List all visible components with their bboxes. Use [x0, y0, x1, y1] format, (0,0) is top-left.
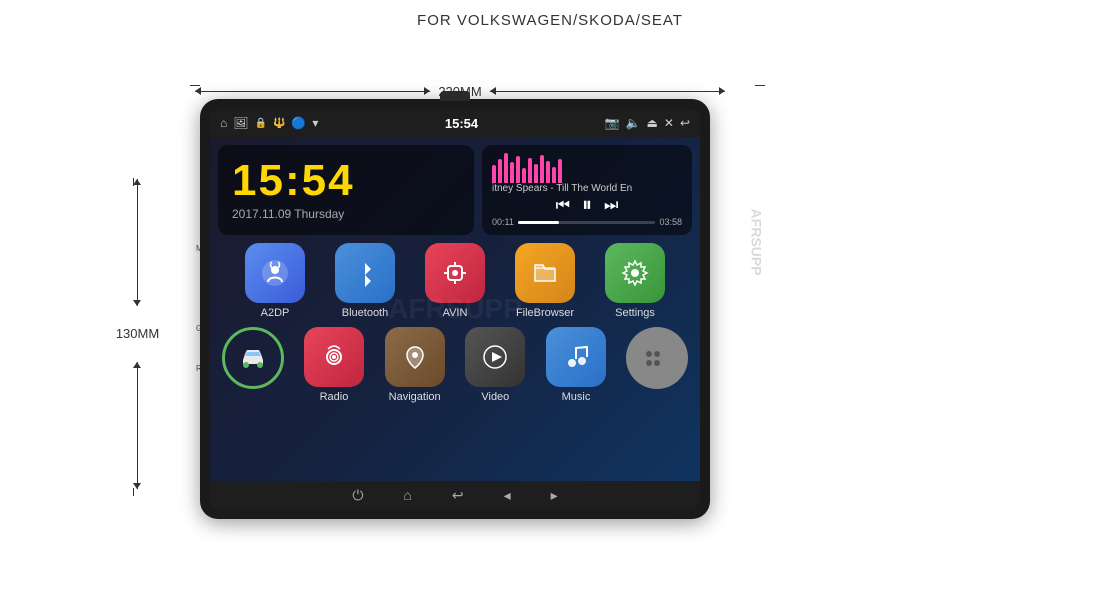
music-title: itney Spears - Till The World En	[492, 183, 682, 194]
bluetooth-status-icon: 🔵	[291, 116, 306, 130]
app-icon-music[interactable]: Music	[541, 327, 612, 403]
eq-bar-10	[546, 161, 550, 184]
diagram-area: 220MM 130MM MIC GPS RST ⌂ 🖼 🔒 🔱 🔵 ▾	[0, 34, 1100, 594]
eq-bar-6	[522, 168, 526, 183]
eq-bar-9	[540, 155, 544, 184]
eq-bar-8	[534, 164, 538, 184]
clock-time: 15:54	[232, 159, 460, 203]
eq-bar-1	[492, 165, 496, 183]
app-music-label: Music	[562, 391, 591, 403]
volume-icon[interactable]: 🔈	[626, 116, 641, 130]
app-navigation-icon	[385, 327, 445, 387]
app-radio-icon	[304, 327, 364, 387]
eq-bar-3	[504, 153, 508, 183]
home-nav-button[interactable]: ⌂	[403, 487, 411, 503]
play-pause-button[interactable]: ⏸	[582, 194, 592, 217]
camera-icon: 📷	[605, 116, 620, 130]
screen: ⌂ 🖼 🔒 🔱 🔵 ▾ 15:54 📷 🔈 ⏏ ✕ ↩	[210, 109, 700, 509]
widget-row: 15:54 2017.11.09 Thursday	[218, 145, 692, 235]
app-music-icon	[546, 327, 606, 387]
app-video-icon	[465, 327, 525, 387]
eject-icon: ⏏	[647, 116, 658, 130]
undo-icon[interactable]: ↩	[680, 116, 690, 130]
app-navigation-label: Navigation	[389, 391, 441, 403]
app-avin-icon	[425, 243, 485, 303]
page-title: FOR VOLKSWAGEN/SKODA/SEAT	[0, 0, 1100, 29]
app-bluetooth-icon	[335, 243, 395, 303]
app-radio-label: Radio	[320, 391, 349, 403]
app-video-label: Video	[481, 391, 509, 403]
volume-up-button[interactable]: ▸	[551, 487, 558, 504]
device-bezel: ⌂ 🖼 🔒 🔱 🔵 ▾ 15:54 📷 🔈 ⏏ ✕ ↩	[200, 99, 710, 519]
status-bar: ⌂ 🖼 🔒 🔱 🔵 ▾ 15:54 📷 🔈 ⏏ ✕ ↩	[210, 109, 700, 137]
app-icon-car[interactable]	[218, 327, 289, 403]
screen-content: AFRSUPP 15:54 2017.11.09 Thursday	[210, 137, 700, 481]
dimension-130-group: 130MM	[130, 179, 145, 489]
car-icon	[222, 327, 284, 389]
app-a2dp-label: A2DP	[261, 307, 290, 319]
status-bar-left: ⌂ 🖼 🔒 🔱 🔵 ▾	[220, 116, 318, 130]
progress-bar-fill	[518, 221, 559, 224]
eq-bar-11	[552, 167, 556, 184]
app-icon-settings[interactable]: Settings	[595, 243, 675, 319]
progress-total: 03:58	[659, 217, 682, 227]
power-button[interactable]: ⏻	[352, 487, 363, 504]
app-icon-bluetooth[interactable]: Bluetooth	[325, 243, 405, 319]
back-nav-button[interactable]: ↩	[452, 487, 464, 504]
guide-bottom-130	[133, 488, 134, 496]
app-avin-label: AVIN	[443, 307, 468, 319]
music-progress: 00:11 03:58	[492, 217, 682, 227]
eq-bar-7	[528, 158, 532, 184]
app-icon-video[interactable]: Video	[460, 327, 531, 403]
more-icon	[626, 327, 688, 389]
volume-down-button[interactable]: ◂	[504, 487, 511, 504]
app-row-1: A2DP Bluetooth	[218, 243, 692, 319]
app-settings-icon	[605, 243, 665, 303]
app-bluetooth-label: Bluetooth	[342, 307, 388, 319]
clock-date: 2017.11.09 Thursday	[232, 207, 460, 221]
prev-button[interactable]: ⏮	[556, 197, 570, 215]
app-settings-label: Settings	[615, 307, 655, 319]
app-a2dp-icon	[245, 243, 305, 303]
app-icon-radio[interactable]: Radio	[299, 327, 370, 403]
image-icon: 🖼	[233, 116, 248, 130]
guide-left-220	[190, 85, 200, 86]
app-filebrowser-label: FileBrowser	[516, 307, 574, 319]
side-watermark-text: AFRSUPP	[749, 209, 765, 276]
app-filebrowser-icon	[515, 243, 575, 303]
app-icon-more[interactable]	[621, 327, 692, 403]
progress-current: 00:11	[492, 217, 514, 227]
music-equalizer	[492, 153, 682, 183]
progress-bar-background[interactable]	[518, 221, 656, 224]
eq-bar-5	[516, 156, 520, 183]
app-icon-navigation[interactable]: Navigation	[379, 327, 450, 403]
app-icon-avin[interactable]: AVIN	[415, 243, 495, 319]
eq-bar-12	[558, 159, 562, 183]
dimension-130-label: 130MM	[110, 327, 165, 342]
close-icon[interactable]: ✕	[664, 116, 674, 130]
app-icon-a2dp[interactable]: A2DP	[235, 243, 315, 319]
status-bar-right: 📷 🔈 ⏏ ✕ ↩	[605, 116, 690, 130]
home-icon[interactable]: ⌂	[220, 116, 227, 130]
app-icon-filebrowser[interactable]: FileBrowser	[505, 243, 585, 319]
eq-bar-2	[498, 159, 502, 183]
guide-right-220	[755, 85, 765, 86]
clock-widget: 15:54 2017.11.09 Thursday	[218, 145, 474, 235]
nav-bar: ⏻ ⌂ ↩ ◂ ▸	[210, 481, 700, 509]
music-controls[interactable]: ⏮ ⏸ ⏭	[492, 194, 682, 217]
usb-icon: 🔱	[273, 118, 285, 129]
eq-bar-4	[510, 162, 514, 183]
lock-icon: 🔒	[254, 118, 266, 129]
app-row-2: Radio Navigation	[218, 327, 692, 403]
status-bar-time: 15:54	[318, 116, 604, 131]
next-button[interactable]: ⏭	[604, 197, 618, 215]
music-widget: itney Spears - Till The World En ⏮ ⏸ ⏭ 0…	[482, 145, 692, 235]
